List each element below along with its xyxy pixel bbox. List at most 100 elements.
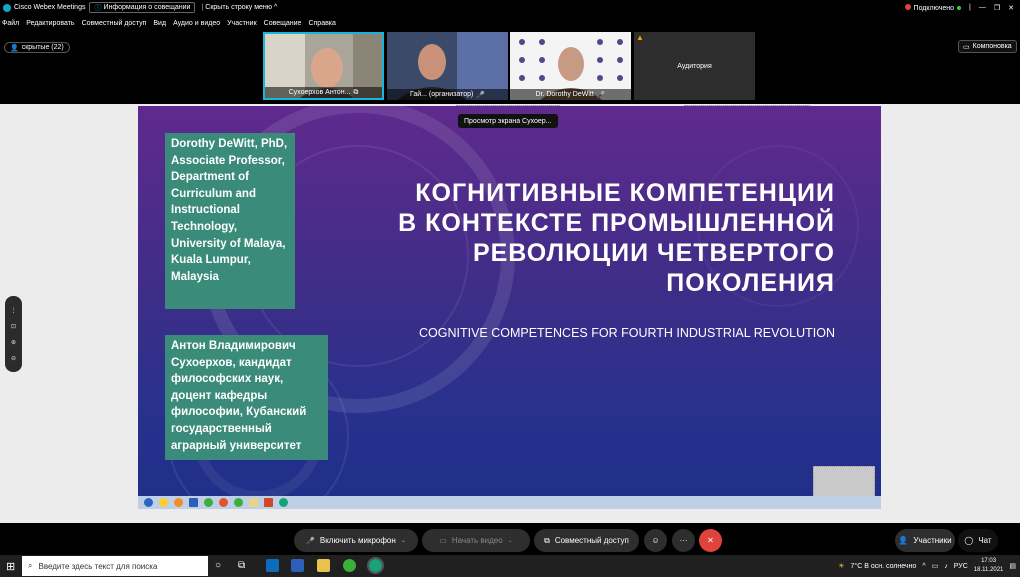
- participants-button[interactable]: 👤 Участники: [895, 529, 955, 552]
- title-bar: Cisco Webex Meetings ⓘ Информация о сове…: [0, 0, 1020, 15]
- system-tray: ☀ 7°С В осн. солнечно ^ ▭ ♪ РУС 17:03 18…: [838, 555, 1016, 577]
- start-video-button[interactable]: ▭ Начать видео ⌄: [422, 529, 530, 552]
- meeting-info-button[interactable]: ⓘ Информация о совещании: [89, 2, 196, 13]
- search-icon: ⌕: [28, 561, 33, 570]
- chat-button[interactable]: ◯ Чат: [958, 529, 998, 552]
- chrome-icon[interactable]: [343, 559, 356, 572]
- app-name: Cisco Webex Meetings: [14, 4, 86, 11]
- window-controls: Подключено | — ❐ ✕: [904, 3, 1020, 12]
- presentation-slide: Dorothy DeWitt, PhD, Associate Professor…: [138, 106, 881, 509]
- restore-icon[interactable]: ❐: [994, 4, 1000, 12]
- chevron-down-icon[interactable]: ⌄: [508, 537, 513, 544]
- start-video-label: Начать видео: [451, 536, 503, 545]
- slide-title: КОГНИТИВНЫЕ КОМПЕТЕНЦИИ В КОНТЕКСТЕ ПРОМ…: [355, 178, 835, 298]
- clock-date: 18.11.2021: [973, 567, 1004, 573]
- folder-icon[interactable]: [317, 559, 330, 572]
- cortana-icon[interactable]: ○: [215, 560, 221, 571]
- unmute-button[interactable]: 🎤 Включить микрофон ⌄: [294, 529, 418, 552]
- outlook-icon[interactable]: [266, 559, 279, 572]
- menu-share[interactable]: Совместный доступ: [82, 20, 147, 27]
- firefox-icon: [219, 498, 228, 507]
- meeting-info-label: Информация о совещании: [103, 4, 191, 11]
- hide-menu-button[interactable]: Скрыть строку меню ^: [205, 4, 277, 11]
- drag-handle-icon[interactable]: ⋮: [11, 307, 17, 314]
- word-icon: [189, 498, 198, 507]
- task-view-icon[interactable]: ⧉: [238, 560, 245, 571]
- mic-muted-icon: 🎤: [306, 537, 315, 545]
- screen-share-icon: ⧉: [353, 88, 359, 96]
- media-icon: [174, 498, 183, 507]
- chevron-down-icon[interactable]: ⌄: [401, 537, 406, 544]
- connection-status: Подключено: [904, 3, 962, 12]
- menu-meeting[interactable]: Совещание: [264, 20, 302, 27]
- menu-view[interactable]: Вид: [153, 20, 166, 27]
- video-tile[interactable]: Сухоерхов Антон... ⧉: [263, 32, 384, 100]
- mic-muted-icon: 🎤: [596, 91, 606, 99]
- menu-audio-video[interactable]: Аудио и видео: [173, 20, 220, 27]
- clock[interactable]: 17:03 18.11.2021: [974, 557, 1004, 575]
- audience-tile[interactable]: ▲ Аудитория: [634, 32, 755, 100]
- author1-text: Dorothy DeWitt, PhD, Associate Professor…: [171, 138, 288, 283]
- leave-meeting-button[interactable]: ✕: [699, 529, 722, 552]
- menu-help[interactable]: Справка: [308, 20, 335, 27]
- hide-menu-label: Скрыть строку меню: [205, 4, 273, 11]
- hidden-participants-button[interactable]: 👤 скрытые (22): [4, 42, 70, 53]
- separator: |: [969, 4, 971, 11]
- unmute-label: Включить микрофон: [319, 536, 396, 545]
- fit-icon[interactable]: ⊡: [11, 323, 16, 330]
- network-icon[interactable]: ▭: [932, 562, 939, 570]
- video-tile[interactable]: Dr. Dorothy DeWitt 🎤: [510, 32, 631, 100]
- search-placeholder: Введите здесь текст для поиска: [38, 561, 158, 571]
- zoom-out-icon[interactable]: ⊖: [11, 355, 16, 362]
- remote-taskbar: [138, 496, 881, 509]
- weather-text[interactable]: 7°С В осн. солнечно: [851, 563, 917, 570]
- volume-icon[interactable]: ♪: [944, 563, 948, 570]
- layout-label: Компоновка: [972, 43, 1012, 50]
- webex-logo-icon: [3, 3, 11, 12]
- menu-participant[interactable]: Участник: [227, 20, 257, 27]
- tile-name: Сухоерхов Антон... ⧉: [265, 87, 382, 98]
- info-icon: ⓘ: [94, 4, 102, 12]
- tile-name-text: Сухоерхов Антон...: [288, 89, 351, 96]
- tile-name: Гай... (организатор) 🎤: [387, 89, 508, 100]
- folder-icon: [249, 498, 258, 507]
- participants-label: Участники: [913, 536, 952, 545]
- layout-button[interactable]: ▭ Компоновка: [958, 40, 1017, 53]
- close-icon[interactable]: ✕: [1008, 4, 1014, 12]
- share-label: Совместный доступ: [554, 536, 629, 545]
- tooltip-text: Просмотр экрана Сухоер...: [464, 117, 552, 125]
- language-indicator[interactable]: РУС: [954, 563, 968, 570]
- record-dot-icon: [904, 3, 911, 10]
- slide-title-line: В КОНТЕКСТЕ ПРОМЫШЛЕННОЙ: [398, 209, 835, 237]
- windows-search-box[interactable]: ⌕ Введите здесь текст для поиска: [22, 556, 208, 576]
- tile-name-text: Гай... (организатор): [409, 91, 474, 98]
- author2-text: Антон Владимирович Сухоерхов, кандидат ф…: [171, 340, 307, 452]
- author-box-dewitt: Dorothy DeWitt, PhD, Associate Professor…: [165, 133, 295, 309]
- menu-bar: Файл Редактировать Совместный доступ Вид…: [0, 16, 1020, 30]
- person-icon: 👤: [10, 44, 19, 52]
- powerpoint-icon: [264, 498, 273, 507]
- explorer-icon: [159, 498, 168, 507]
- tile-name: Dr. Dorothy DeWitt 🎤: [510, 89, 631, 100]
- layout-icon: ▭: [963, 43, 970, 51]
- more-icon: ···: [679, 536, 688, 545]
- word-icon[interactable]: [291, 559, 304, 572]
- zoom-in-icon[interactable]: ⊕: [11, 339, 16, 346]
- screen-share-tooltip: Просмотр экрана Сухоер...: [458, 114, 558, 128]
- mic-muted-icon: 🎤: [476, 91, 486, 99]
- minimize-icon[interactable]: —: [979, 4, 986, 11]
- chat-bubble-icon: ◯: [964, 536, 974, 545]
- windows-start-icon[interactable]: ⊞: [6, 560, 15, 573]
- menu-edit[interactable]: Редактировать: [26, 20, 74, 27]
- separator: |: [201, 4, 204, 11]
- webex-icon[interactable]: [367, 557, 384, 574]
- notifications-icon[interactable]: ▤: [1009, 562, 1016, 570]
- share-button[interactable]: ⧉ Совместный доступ: [534, 529, 639, 552]
- video-tile[interactable]: Гай... (организатор) 🎤: [387, 32, 508, 100]
- more-options-button[interactable]: ···: [672, 529, 695, 552]
- slide-title-line: КОГНИТИВНЫЕ КОМПЕТЕНЦИИ: [415, 179, 835, 207]
- chevron-up-icon[interactable]: ^: [922, 563, 925, 570]
- webex-icon: [279, 498, 288, 507]
- reactions-button[interactable]: ☺: [644, 529, 667, 552]
- menu-file[interactable]: Файл: [2, 20, 19, 27]
